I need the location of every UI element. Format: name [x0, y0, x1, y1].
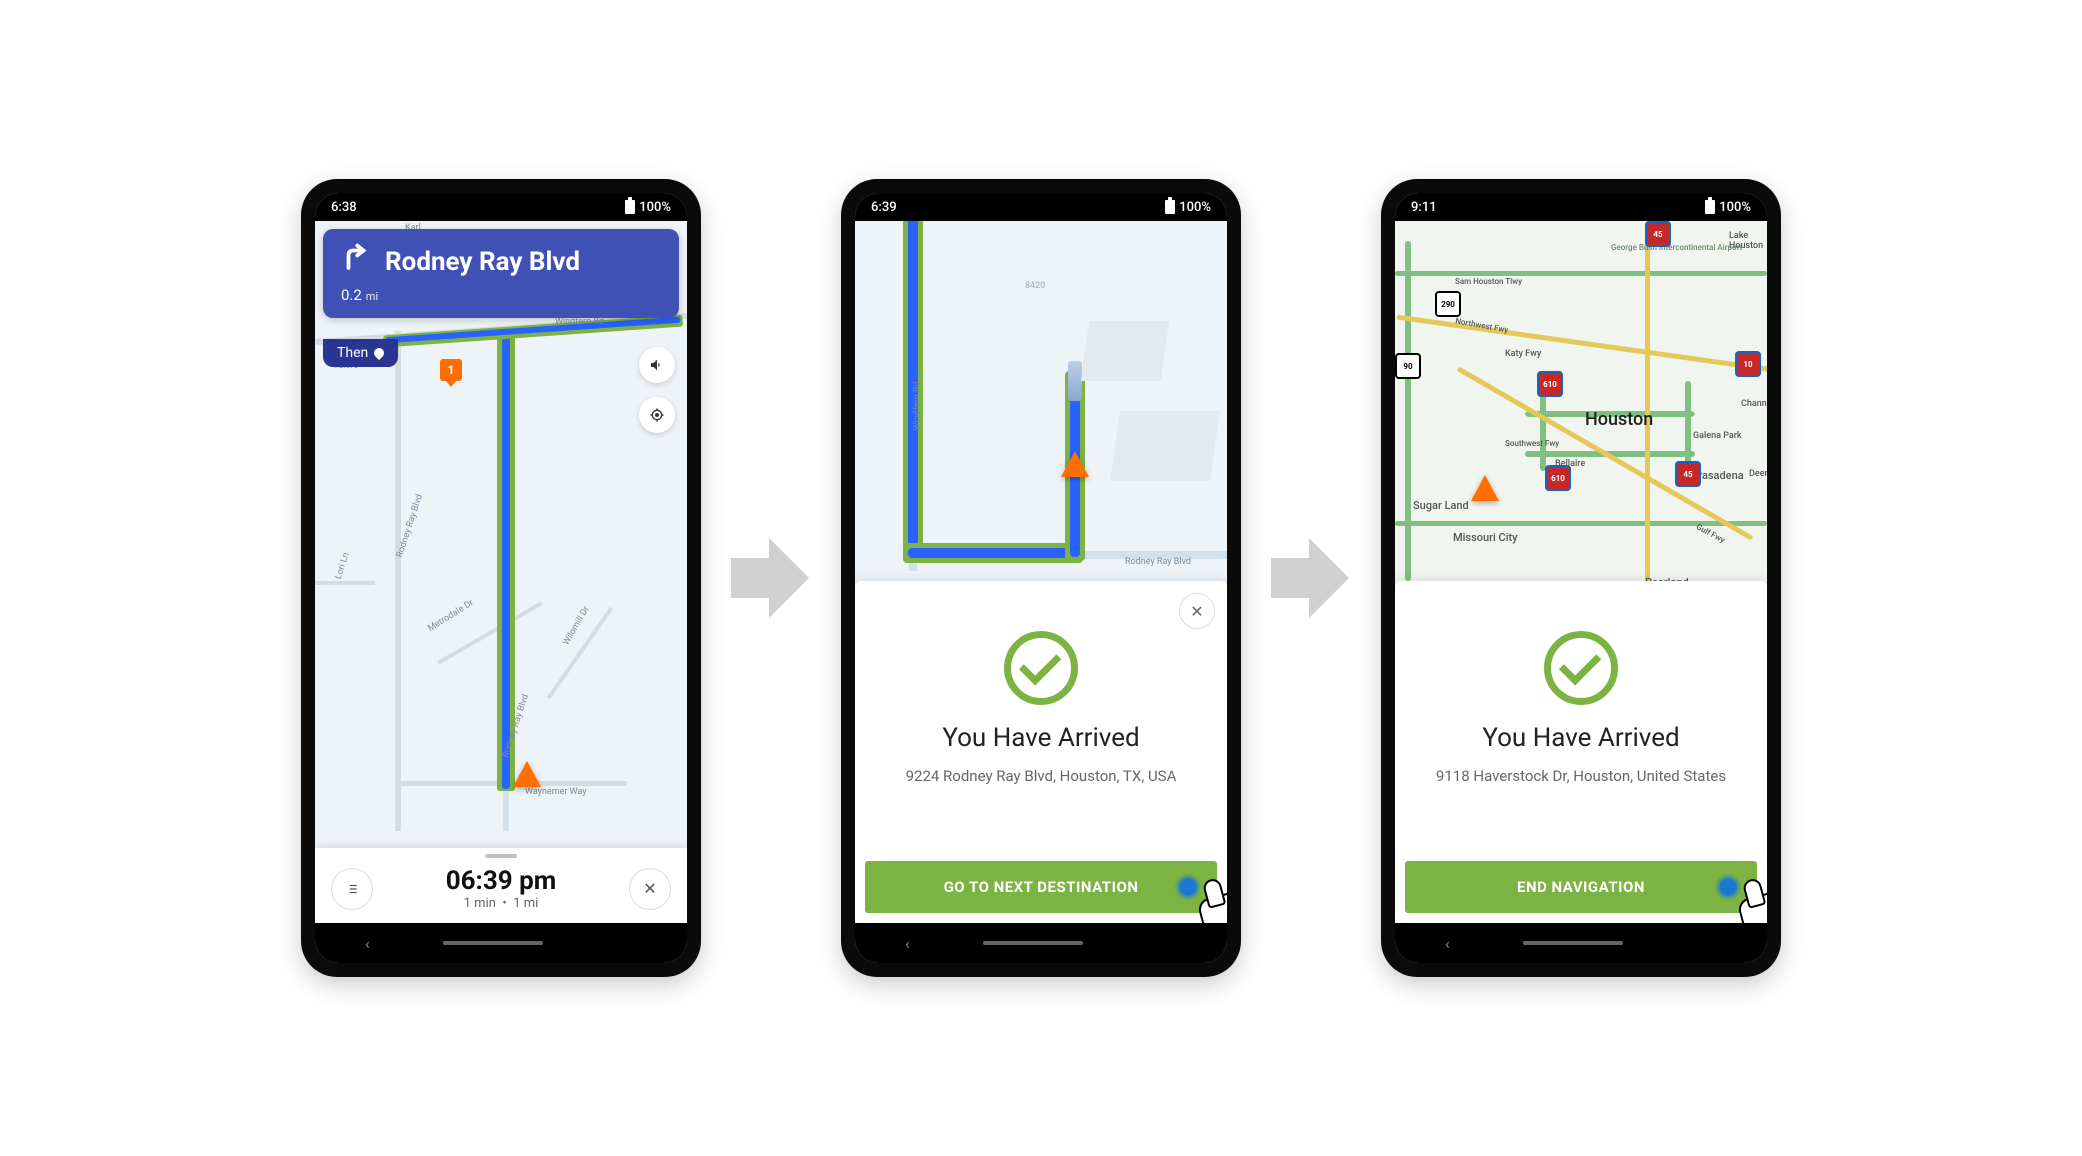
eta-details: 1 min • 1 mi: [389, 896, 613, 911]
instruction-panel[interactable]: Rodney Ray Blvd 0.2 mi: [323, 229, 679, 318]
hwy-shield: 45: [1675, 461, 1701, 487]
list-icon: [344, 882, 360, 896]
battery-icon: [1705, 200, 1715, 214]
addr-label: 8420: [1025, 281, 1045, 291]
screen-3: 9:11 100% Houston Pasadena Pearland Miss…: [1395, 193, 1767, 963]
screen-2: 6:39 100% Windfern Rd Rodney Ray Blvd 84…: [855, 193, 1227, 963]
close-card-button[interactable]: ✕: [1179, 593, 1215, 629]
hwy-shield: 90: [1395, 353, 1421, 379]
arrival-title: You Have Arrived: [942, 723, 1139, 753]
turn-right-icon: [341, 243, 371, 281]
recenter-button[interactable]: [639, 397, 675, 433]
instruction-road: Rodney Ray Blvd: [385, 247, 580, 277]
phone-frame-1: 6:38 100% Windfern Rd Rodney Ray Blvd Wi…: [301, 179, 701, 977]
city-label: Houston: [1585, 409, 1653, 430]
destination-marker: [1068, 361, 1082, 401]
eta-time: 06:39 pm: [389, 866, 613, 896]
hwy-shield: 610: [1545, 465, 1571, 491]
close-icon: ✕: [643, 879, 656, 898]
map-content[interactable]: Houston Pasadena Pearland Missouri City …: [1395, 221, 1767, 923]
pin-icon: [372, 346, 386, 360]
back-button[interactable]: ‹: [365, 934, 370, 953]
battery-pct: 100%: [1179, 200, 1211, 215]
map-content[interactable]: Windfern Rd Rodney Ray Blvd Wilomill Dr …: [315, 221, 687, 923]
arrival-address: 9118 Haverstock Dr, Houston, United Stat…: [1396, 765, 1766, 788]
battery-icon: [625, 200, 635, 214]
android-nav-bar: ‹: [855, 923, 1227, 963]
success-check-icon: [1544, 631, 1618, 705]
hwy-shield: 10: [1735, 351, 1761, 377]
city-label: Katy Fwy: [1505, 349, 1541, 359]
battery-pct: 100%: [639, 200, 671, 215]
city-label: Deer: [1749, 469, 1767, 479]
status-time: 9:11: [1411, 200, 1437, 215]
city-label: Galena Park: [1693, 431, 1742, 441]
status-bar: 6:38 100%: [315, 193, 687, 221]
map-label: Sam Houston Tlwy: [1455, 277, 1522, 286]
tap-finger-icon: [1731, 881, 1767, 923]
then-badge[interactable]: Then: [323, 339, 398, 367]
phone-frame-3: 9:11 100% Houston Pasadena Pearland Miss…: [1381, 179, 1781, 977]
battery-pct: 100%: [1719, 200, 1751, 215]
sound-button[interactable]: [639, 347, 675, 383]
hwy-shield: 290: [1435, 291, 1461, 317]
road-label: Metrodale Dr: [426, 598, 475, 634]
location-arrow-icon: [1061, 451, 1089, 477]
arrival-card: ✕ You Have Arrived 9224 Rodney Ray Blvd,…: [855, 581, 1227, 923]
home-pill[interactable]: [443, 941, 543, 945]
next-destination-button[interactable]: GO TO NEXT DESTINATION: [865, 861, 1217, 913]
speaker-icon: [649, 357, 665, 373]
screen-1: 6:38 100% Windfern Rd Rodney Ray Blvd Wi…: [315, 193, 687, 963]
phone-frame-2: 6:39 100% Windfern Rd Rodney Ray Blvd 84…: [841, 179, 1241, 977]
map-label: Northwest Fwy: [1455, 316, 1509, 334]
map-label: George Bush Intercontinental Airport: [1611, 243, 1742, 252]
arrival-card: You Have Arrived 9118 Haverstock Dr, Hou…: [1395, 581, 1767, 923]
city-label: Missouri City: [1453, 531, 1518, 544]
hwy-shield: 45: [1645, 221, 1671, 247]
directions-list-button[interactable]: [331, 868, 373, 910]
end-navigation-button[interactable]: END NAVIGATION: [1405, 861, 1757, 913]
close-eta-button[interactable]: ✕: [629, 868, 671, 910]
instruction-unit: mi: [366, 290, 378, 303]
android-nav-bar: ‹: [315, 923, 687, 963]
road-label: Waynemer Way: [525, 787, 587, 797]
status-time: 6:39: [871, 200, 897, 215]
eta-bar[interactable]: 06:39 pm 1 min • 1 mi ✕: [315, 848, 687, 923]
success-check-icon: [1004, 631, 1078, 705]
road-label: Windfern Rd: [912, 382, 922, 431]
flow-arrow-icon: [1271, 538, 1351, 618]
hwy-shield: 610: [1537, 371, 1563, 397]
back-button[interactable]: ‹: [1445, 934, 1450, 953]
road-label: Rodney Ray Blvd: [1125, 557, 1191, 567]
city-label: Channel: [1741, 399, 1767, 409]
tap-finger-icon: [1191, 881, 1227, 923]
map-label: Southwest Fwy: [1505, 439, 1559, 448]
drag-handle-icon[interactable]: [485, 854, 517, 858]
home-pill[interactable]: [1523, 941, 1623, 945]
close-icon: ✕: [1190, 602, 1203, 621]
road-label: Lori Ln: [334, 551, 352, 580]
map-background: Windfern Rd Rodney Ray Blvd Wilomill Dr …: [315, 221, 687, 923]
status-bar: 9:11 100%: [1395, 193, 1767, 221]
location-arrow-icon: [1471, 475, 1499, 501]
city-label: Pasadena: [1695, 469, 1744, 482]
arrival-title: You Have Arrived: [1482, 723, 1679, 753]
location-arrow-icon: [513, 761, 541, 787]
crosshair-icon: [649, 407, 665, 423]
instruction-distance: 0.2: [341, 286, 362, 304]
city-label: Sugar Land: [1413, 499, 1469, 512]
map-content[interactable]: Windfern Rd Rodney Ray Blvd 8420 9224 ✕ …: [855, 221, 1227, 923]
stop-marker[interactable]: 1: [440, 359, 462, 381]
arrival-address: 9224 Rodney Ray Blvd, Houston, TX, USA: [866, 765, 1217, 788]
back-button[interactable]: ‹: [905, 934, 910, 953]
battery-icon: [1165, 200, 1175, 214]
status-time: 6:38: [331, 200, 357, 215]
road-label: Windfern Rd: [555, 317, 604, 327]
android-nav-bar: ‹: [1395, 923, 1767, 963]
home-pill[interactable]: [983, 941, 1083, 945]
flow-arrow-icon: [731, 538, 811, 618]
status-bar: 6:39 100%: [855, 193, 1227, 221]
